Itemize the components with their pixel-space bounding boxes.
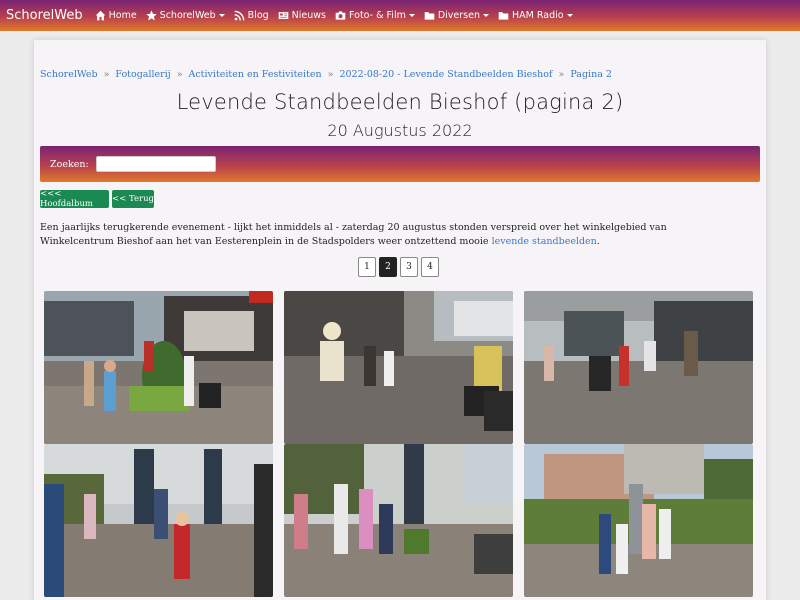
nav-diversen[interactable]: Diversen [424,10,489,21]
star-icon [145,10,157,21]
nav-ham-radio[interactable]: HAM Radio [498,10,573,21]
photo-thumbnail[interactable] [284,444,513,597]
folder-icon [424,10,435,21]
nav-blog[interactable]: Blog [234,10,269,21]
photo-thumbnail[interactable] [284,291,513,444]
newspaper-icon [278,10,289,21]
breadcrumb-separator: » [103,69,110,80]
breadcrumb-current-page[interactable]: Pagina 2 [570,69,612,80]
search-bar: Zoeken: [40,146,760,182]
intro-text: Een jaarlijks terugkerende evenement - l… [40,221,740,249]
page-title: Levende Standbeelden Bieshof (pagina 2) [176,90,624,114]
photo-thumbnail[interactable] [524,444,753,597]
photo-thumbnail[interactable] [44,291,273,444]
search-input[interactable] [95,156,216,172]
camera-icon [335,10,346,21]
search-label: Zoeken: [50,158,89,170]
nav-schorelweb[interactable]: SchorelWeb [145,10,225,21]
breadcrumb-album[interactable]: 2022-08-20 - Levende Standbeelden Biesho… [339,69,552,80]
breadcrumb-schorelweb[interactable]: SchorelWeb [40,69,98,80]
photo-thumbnail[interactable] [524,291,753,444]
nav-home[interactable]: Home [95,10,137,21]
nav-foto-film[interactable]: Foto- & Film [335,10,415,21]
nav-nieuws[interactable]: Nieuws [278,10,326,21]
nav-blog-label: Blog [247,10,269,21]
brand-link[interactable]: SchorelWeb [6,8,83,23]
main-album-button[interactable]: <<< Hoofdalbum [40,189,109,209]
breadcrumb-fotogallerij[interactable]: Fotogallerij [115,69,170,80]
page-button-1[interactable]: 1 [358,257,376,277]
content-card: SchorelWeb » Fotogallerij » Activiteiten… [34,40,766,600]
intro-end: . [596,236,600,247]
back-button[interactable]: << Terug [112,190,154,208]
chevron-down-icon [408,14,415,17]
nav-nieuws-label: Nieuws [291,10,326,21]
photo-thumbnail[interactable] [44,444,273,597]
navbar: SchorelWeb Home SchorelWeb Blog Nieuws F… [0,0,800,31]
rss-icon [234,10,245,21]
chevron-down-icon [566,14,573,17]
chevron-down-icon [218,14,225,17]
nav-ham-radio-label: HAM Radio [512,10,564,21]
nav-diversen-label: Diversen [437,10,480,21]
pagination: 1 2 3 4 [358,257,439,277]
breadcrumb: SchorelWeb » Fotogallerij » Activiteiten… [40,69,612,80]
home-icon [95,10,106,21]
folder-icon [498,10,509,21]
breadcrumb-separator: » [558,69,565,80]
page-subtitle: 20 Augustus 2022 [327,121,473,140]
nav-home-label: Home [108,10,137,21]
page-button-4[interactable]: 4 [421,257,439,277]
intro-link[interactable]: levende standbeelden [492,236,597,247]
nav-schorelweb-label: SchorelWeb [159,10,216,21]
breadcrumb-separator: » [176,69,183,80]
nav-foto-film-label: Foto- & Film [349,10,406,21]
page-button-3[interactable]: 3 [400,257,418,277]
page-button-2[interactable]: 2 [379,257,397,277]
breadcrumb-separator: » [327,69,334,80]
chevron-down-icon [483,14,489,17]
breadcrumb-activiteiten[interactable]: Activiteiten en Festiviteiten [189,69,322,80]
